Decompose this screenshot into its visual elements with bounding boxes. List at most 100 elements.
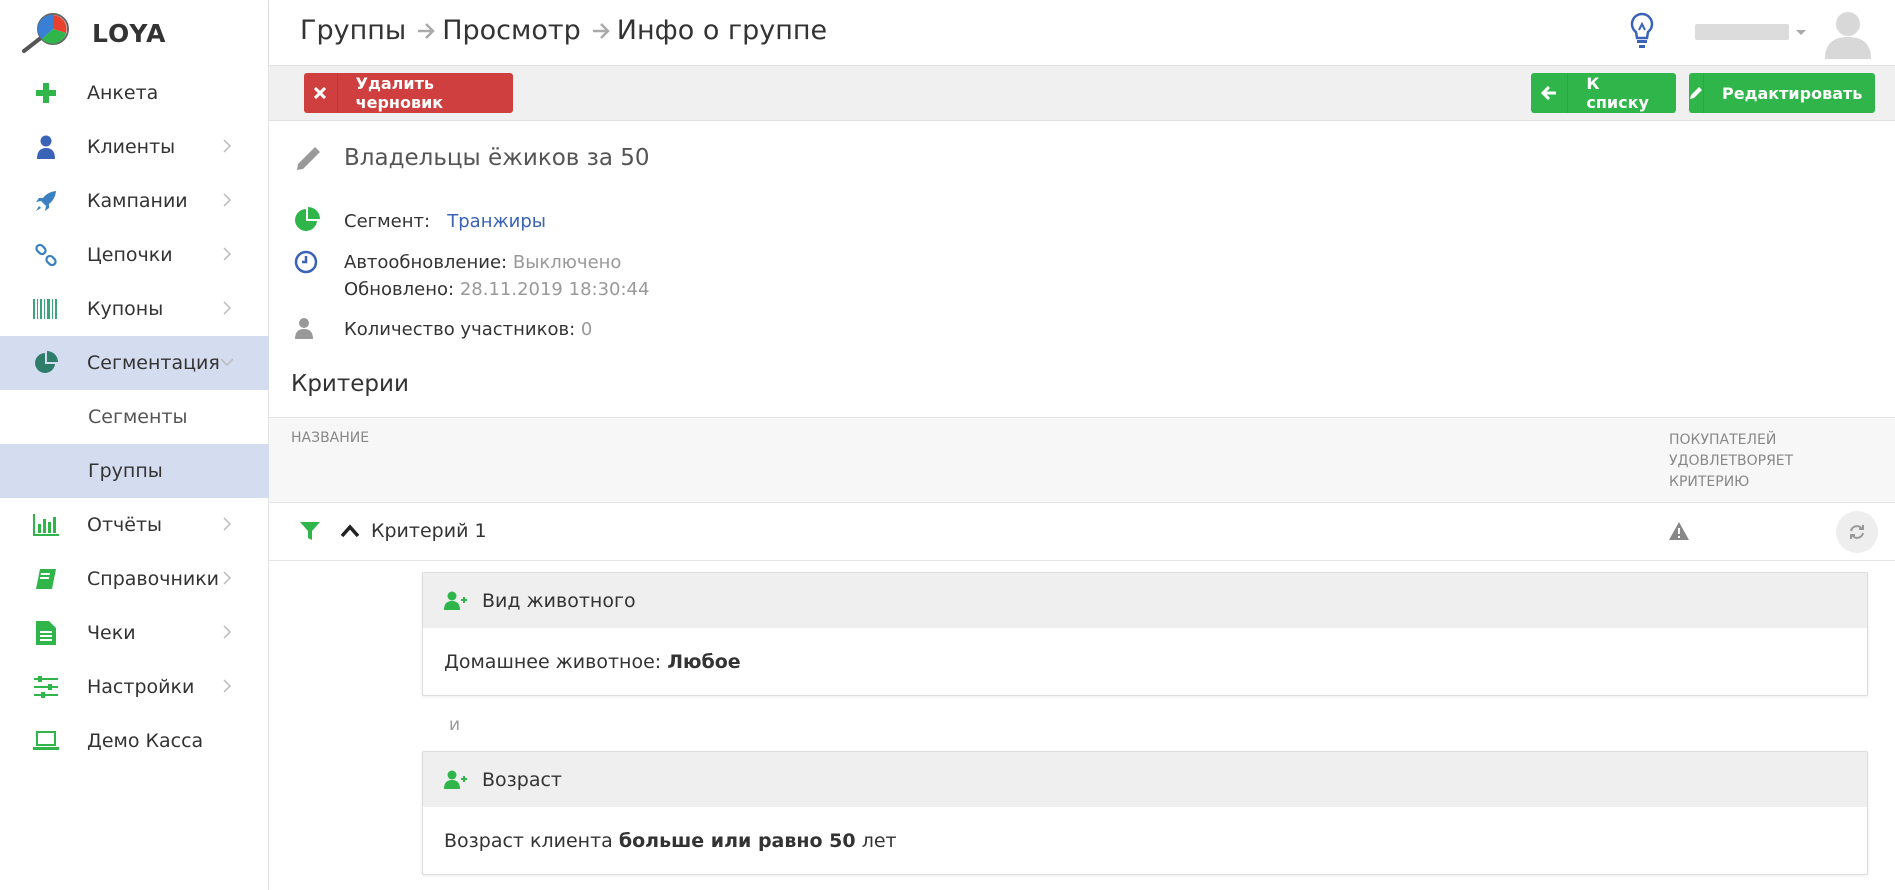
user-icon: [33, 134, 59, 160]
card-title: Вид животного: [482, 589, 636, 612]
breadcrumb-view[interactable]: Просмотр: [442, 15, 581, 46]
user-plus-icon: [444, 770, 467, 789]
sidebar-item-campaigns[interactable]: Кампании: [0, 174, 269, 228]
segment-label: Сегмент:: [344, 211, 431, 232]
laptop-icon: [33, 728, 59, 754]
sidebar-item-label: Клиенты: [87, 136, 176, 158]
card-text-bold: Любое: [667, 650, 741, 673]
logo[interactable]: LOYA: [0, 0, 268, 66]
criterion-card: Вид животного Домашнее животное: Любое: [422, 572, 1868, 696]
back-to-list-label: К списку: [1586, 74, 1649, 112]
sidebar-item-label: Сегментация: [87, 352, 220, 374]
criteria-connector: и: [449, 715, 461, 735]
card-text-bold: больше или равно 50: [618, 829, 856, 852]
main-content: Владельцы ёжиков за 50 Сегмент: Транжиры…: [269, 121, 1895, 890]
updated-value: 28.11.2019 18:30:44: [459, 279, 650, 300]
criteria-title: Критерии: [291, 371, 409, 397]
pie-chart-icon: [295, 207, 320, 231]
plus-icon: [33, 80, 59, 106]
refresh-button[interactable]: [1836, 511, 1878, 553]
back-to-list-button[interactable]: К списку: [1531, 73, 1676, 113]
card-title: Возраст: [482, 768, 562, 791]
sidebar-subitem-segments[interactable]: Сегменты: [0, 390, 269, 444]
pie-chart-icon: [33, 350, 59, 376]
sidebar-item-reports[interactable]: Отчёты: [0, 498, 269, 552]
sliders-icon: [33, 674, 59, 700]
sidebar-item-anketa[interactable]: Анкета: [0, 66, 269, 120]
members-value: 0: [580, 319, 593, 340]
card-header: Возраст: [423, 752, 1867, 807]
delete-draft-button[interactable]: Удалить черновик: [304, 73, 513, 113]
avatar[interactable]: [1822, 7, 1874, 59]
chevron-up-icon[interactable]: [340, 523, 360, 539]
delete-draft-label: Удалить черновик: [355, 74, 444, 112]
criterion-card: Возраст Возраст клиента больше или равно…: [422, 751, 1868, 875]
segment-link[interactable]: Транжиры: [447, 211, 546, 232]
chevron-right-icon: [223, 679, 232, 693]
breadcrumb-group-info: Инфо о группе: [616, 15, 828, 46]
card-text-prefix: Домашнее животное:: [444, 650, 662, 673]
document-icon: [33, 620, 59, 646]
logo-icon: [22, 13, 69, 53]
sidebar-subitem-label: Группы: [88, 460, 163, 482]
segment-row: Сегмент: Транжиры: [344, 211, 546, 232]
clock-icon: [294, 250, 318, 274]
sidebar-item-label: Цепочки: [87, 244, 173, 266]
arrow-right-icon: [592, 22, 610, 39]
criterion-row: Критерий 1: [269, 503, 1895, 561]
header: Группы Просмотр Инфо о группе: [269, 0, 1895, 66]
card-body: Возраст клиента больше или равно 50 лет: [423, 807, 1867, 874]
column-header-name: НАЗВАНИЕ: [291, 430, 370, 446]
card-text-suffix: лет: [861, 829, 897, 852]
refresh-icon: [1850, 525, 1864, 539]
pencil-icon: [297, 147, 320, 170]
chevron-right-icon: [223, 193, 232, 207]
chevron-right-icon: [223, 301, 232, 315]
column-header-buyers: ПОКУПАТЕЛЕЙ УДОВЛЕТВОРЯЕТ КРИТЕРИЮ: [1669, 432, 1794, 490]
pencil-icon: [1689, 73, 1704, 113]
members-label: Количество участников:: [344, 319, 576, 340]
sidebar-item-segmentation[interactable]: Сегментация: [0, 336, 269, 390]
edit-button[interactable]: Редактировать: [1689, 73, 1875, 113]
sidebar-item-label: Настройки: [87, 676, 195, 698]
sidebar-item-receipts[interactable]: Чеки: [0, 606, 269, 660]
chevron-right-icon: [223, 571, 232, 585]
breadcrumb-groups[interactable]: Группы: [300, 15, 406, 46]
sidebar-item-demo-kassa[interactable]: Демо Касса: [0, 714, 269, 768]
user-plus-icon: [444, 591, 467, 610]
chevron-right-icon: [223, 139, 232, 153]
barcode-icon: [33, 296, 59, 322]
group-title: Владельцы ёжиков за 50: [344, 145, 650, 171]
chevron-right-icon: [223, 517, 232, 531]
sidebar-item-label: Купоны: [87, 298, 164, 320]
user-icon: [295, 318, 313, 339]
updated-label: Обновлено:: [344, 279, 455, 300]
sidebar-item-settings[interactable]: Настройки: [0, 660, 269, 714]
sidebar-item-references[interactable]: Справочники: [0, 552, 269, 606]
chevron-right-icon: [223, 247, 232, 261]
user-name[interactable]: [1695, 24, 1789, 40]
edit-label: Редактировать: [1722, 83, 1863, 103]
filter-icon: [300, 522, 320, 540]
close-icon: [304, 73, 338, 113]
sidebar-item-coupons[interactable]: Купоны: [0, 282, 269, 336]
breadcrumb: Группы Просмотр Инфо о группе: [300, 15, 827, 46]
sidebar-item-chains[interactable]: Цепочки: [0, 228, 269, 282]
chevron-right-icon: [223, 625, 232, 639]
lightbulb-icon[interactable]: [1629, 12, 1655, 50]
sidebar-item-clients[interactable]: Клиенты: [0, 120, 269, 174]
link-icon: [33, 242, 59, 268]
warning-icon: [1669, 522, 1689, 540]
members-row: Количество участников: 0: [344, 319, 592, 340]
sidebar-subitem-groups[interactable]: Группы: [0, 444, 269, 498]
toolbar: Удалить черновик К списку Редактировать: [269, 66, 1895, 121]
arrow-left-icon: [1531, 73, 1569, 113]
caret-down-icon[interactable]: [1796, 30, 1806, 35]
arrow-right-icon: [418, 22, 435, 39]
logo-text: LOYA: [92, 18, 167, 48]
bar-chart-icon: [33, 512, 59, 538]
sidebar-item-label: Чеки: [87, 622, 136, 644]
updated-row: Обновлено: 28.11.2019 18:30:44: [344, 279, 649, 300]
sidebar-subitem-label: Сегменты: [88, 406, 188, 428]
rocket-icon: [33, 188, 59, 214]
